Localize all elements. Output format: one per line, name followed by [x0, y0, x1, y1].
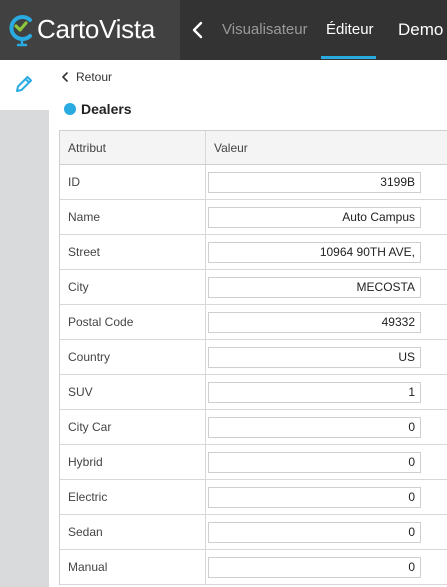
attribute-name: City Car — [60, 410, 206, 444]
attribute-value-cell — [206, 340, 447, 374]
table-row: Street — [60, 235, 447, 270]
attribute-value-cell — [206, 270, 447, 304]
attribute-value-input[interactable] — [208, 486, 421, 508]
attribute-value-input[interactable] — [208, 206, 421, 228]
attribute-name: Street — [60, 235, 206, 269]
table-row: Postal Code — [60, 305, 447, 340]
attribute-value-cell — [206, 550, 447, 584]
attribute-value-input[interactable] — [208, 451, 421, 473]
layer-name: Dealers — [81, 101, 132, 117]
table-row: City Car — [60, 410, 447, 445]
column-header-attribute[interactable]: Attribut — [60, 131, 206, 164]
pencil-icon[interactable] — [14, 74, 34, 94]
table-row: Hybrid — [60, 445, 447, 480]
logo-pin-icon — [9, 15, 32, 47]
attribute-value-input[interactable] — [208, 311, 421, 333]
table-row: Country — [60, 340, 447, 375]
attribute-value-cell — [206, 305, 447, 339]
table-row: Name — [60, 200, 447, 235]
nav-visualiser[interactable]: Visualisateur — [222, 21, 308, 38]
attribute-name: Postal Code — [60, 305, 206, 339]
chevron-left-icon[interactable] — [190, 20, 206, 40]
attribute-value-cell — [206, 445, 447, 479]
table-row: SUV — [60, 375, 447, 410]
attribute-value-input[interactable] — [208, 241, 421, 263]
back-label: Retour — [76, 70, 113, 84]
attribute-value-input[interactable] — [208, 521, 421, 543]
attribute-value-cell — [206, 200, 447, 234]
layer-title: Dealers — [64, 101, 132, 117]
nav-editor[interactable]: Éditeur — [326, 21, 374, 38]
left-rail — [0, 110, 49, 587]
table-row: ID — [60, 165, 447, 200]
logo-text: CartoVista — [37, 14, 155, 44]
project-title[interactable]: Demo — [398, 20, 443, 40]
attribute-name: SUV — [60, 375, 206, 409]
attribute-value-cell — [206, 410, 447, 444]
table-row: Electric — [60, 480, 447, 515]
column-header-value[interactable]: Valeur — [206, 131, 447, 164]
attribute-name: Name — [60, 200, 206, 234]
table-row: City — [60, 270, 447, 305]
attribute-name: Manual — [60, 550, 206, 584]
attribute-value-cell — [206, 480, 447, 514]
table-row: Manual — [60, 550, 447, 585]
attribute-name: City — [60, 270, 206, 304]
attribute-value-cell — [206, 235, 447, 269]
attribute-value-input[interactable] — [208, 276, 421, 298]
attribute-name: Sedan — [60, 515, 206, 549]
attribute-value-cell — [206, 375, 447, 409]
layer-color-icon — [64, 103, 76, 115]
active-tab-indicator — [321, 56, 376, 59]
attribute-name: Electric — [60, 480, 206, 514]
table-header: Attribut Valeur — [60, 130, 447, 165]
logo[interactable]: CartoVista — [0, 0, 180, 60]
chevron-left-icon — [62, 72, 68, 82]
attribute-value-cell — [206, 515, 447, 549]
attribute-name: Hybrid — [60, 445, 206, 479]
attribute-value-input[interactable] — [208, 346, 421, 368]
attribute-value-input[interactable] — [208, 381, 421, 403]
attribute-value-input[interactable] — [208, 556, 421, 578]
attribute-value-input[interactable] — [208, 171, 421, 193]
back-link[interactable]: Retour — [61, 70, 112, 84]
attribute-value-cell — [206, 165, 447, 199]
table-row: Sedan — [60, 515, 447, 550]
top-header: CartoVista Visualisateur Éditeur Demo — [0, 0, 447, 60]
attribute-name: ID — [60, 165, 206, 199]
attribute-value-input[interactable] — [208, 416, 421, 438]
attribute-table: Attribut Valeur IDNameStreetCityPostal C… — [59, 130, 447, 585]
attribute-name: Country — [60, 340, 206, 374]
